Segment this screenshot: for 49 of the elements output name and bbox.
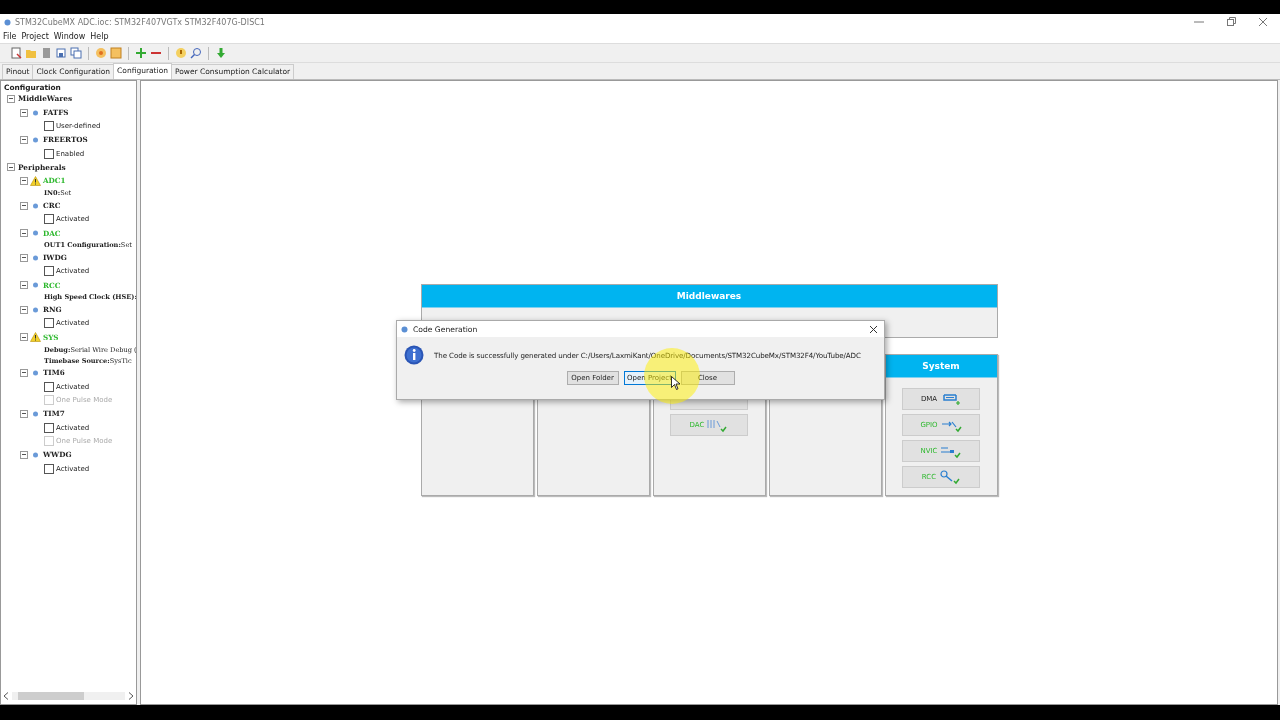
collapse-icon[interactable] (20, 450, 28, 459)
save-all-icon[interactable] (70, 47, 82, 59)
collapse-icon[interactable] (20, 176, 28, 185)
collapse-icon[interactable] (7, 94, 15, 103)
checkbox[interactable] (44, 148, 54, 159)
menu-item[interactable]: File (3, 32, 17, 41)
collapse-icon[interactable] (20, 281, 28, 290)
menu-item[interactable]: Help (90, 32, 109, 41)
menu-item[interactable]: Project (21, 32, 49, 41)
warning-icon (30, 175, 41, 186)
panel-header: Middlewares (421, 285, 997, 308)
collapse-icon[interactable] (20, 409, 28, 418)
window-title: STM32CubeMX ADC.ioc: STM32F407VGTx STM32F407G-DISC1 (15, 17, 265, 27)
maximize-icon[interactable] (1226, 17, 1236, 27)
checkbox[interactable] (44, 266, 54, 277)
collapse-icon[interactable] (20, 229, 28, 238)
panel-header: System (885, 355, 997, 378)
app-icon (4, 18, 11, 26)
collapse-icon[interactable] (7, 163, 15, 172)
checkbox[interactable] (44, 318, 54, 329)
collapse-icon[interactable] (20, 135, 28, 144)
close-icon[interactable] (869, 324, 878, 334)
help-icon[interactable] (175, 47, 187, 59)
search-icon[interactable] (190, 47, 202, 59)
horizontal-scrollbar[interactable] (1, 690, 136, 701)
menu-item[interactable]: Window (53, 32, 86, 41)
warning-icon (30, 332, 41, 343)
mouse-pointer-icon (671, 376, 680, 390)
app-icon (401, 325, 408, 333)
collapse-icon[interactable] (20, 253, 28, 262)
scroll-right-icon (128, 691, 134, 700)
scrollbar-thumb[interactable] (18, 691, 84, 700)
checkbox[interactable] (44, 214, 54, 225)
checkbox[interactable] (44, 463, 54, 474)
scroll-left-icon (3, 691, 9, 700)
gear-icon[interactable] (95, 47, 107, 59)
new-file-icon[interactable] (10, 47, 22, 59)
save-icon[interactable] (55, 47, 67, 59)
checkbox[interactable] (44, 381, 54, 392)
checkbox[interactable] (44, 121, 54, 132)
plus-icon[interactable] (135, 47, 147, 59)
collapse-icon[interactable] (20, 108, 28, 117)
collapse-icon[interactable] (20, 368, 28, 377)
collapse-icon[interactable] (20, 333, 28, 342)
collapse-icon[interactable] (20, 201, 28, 210)
checkbox[interactable] (44, 422, 54, 433)
download-icon[interactable] (215, 47, 227, 59)
collapse-icon[interactable] (20, 305, 28, 314)
info-icon (404, 345, 424, 365)
